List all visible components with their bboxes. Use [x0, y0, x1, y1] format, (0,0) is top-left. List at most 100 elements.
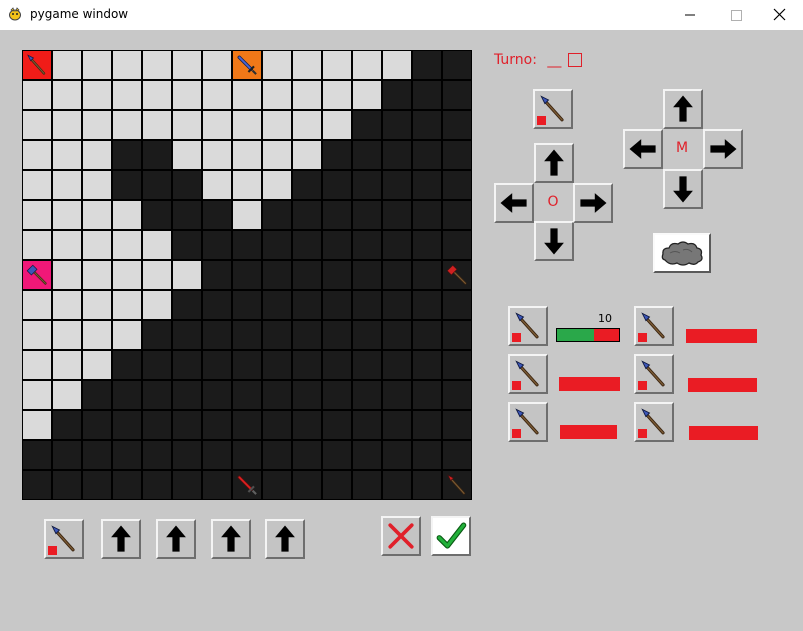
board-cell[interactable]: [53, 171, 81, 199]
board-cell[interactable]: [203, 81, 231, 109]
board-cell[interactable]: [83, 351, 111, 379]
board-cell[interactable]: [263, 261, 291, 289]
board-cell[interactable]: [263, 51, 291, 79]
board-cell[interactable]: [113, 111, 141, 139]
board-cell[interactable]: [293, 171, 321, 199]
board-cell[interactable]: [143, 51, 171, 79]
board-cell[interactable]: [413, 231, 441, 259]
board-cell[interactable]: [443, 141, 471, 169]
board-cell[interactable]: [203, 171, 231, 199]
board-cell[interactable]: [203, 441, 231, 469]
board-cell[interactable]: [53, 81, 81, 109]
board-cell[interactable]: [233, 111, 261, 139]
board-cell[interactable]: [443, 411, 471, 439]
board-cell[interactable]: [323, 321, 351, 349]
board-cell[interactable]: [23, 231, 51, 259]
board-cell[interactable]: [23, 201, 51, 229]
board-cell[interactable]: [23, 141, 51, 169]
board-cell[interactable]: [263, 321, 291, 349]
board-cell[interactable]: [143, 111, 171, 139]
board-cell[interactable]: [413, 141, 441, 169]
board-cell[interactable]: [293, 261, 321, 289]
orient-down-button[interactable]: [534, 221, 574, 261]
board-cell[interactable]: [233, 471, 261, 499]
orient-right-button[interactable]: [573, 183, 613, 223]
board-cell[interactable]: [443, 351, 471, 379]
board-cell[interactable]: [353, 441, 381, 469]
board-cell[interactable]: [233, 171, 261, 199]
board-cell[interactable]: [113, 141, 141, 169]
board-cell[interactable]: [353, 171, 381, 199]
queue-action-3-button[interactable]: [211, 519, 251, 559]
board-cell[interactable]: [293, 321, 321, 349]
board-cell[interactable]: [113, 231, 141, 259]
board-cell[interactable]: [203, 231, 231, 259]
board-cell[interactable]: [353, 291, 381, 319]
board-cell[interactable]: [293, 51, 321, 79]
board-cell[interactable]: [143, 81, 171, 109]
move-right-button[interactable]: [703, 129, 743, 169]
board-cell[interactable]: [173, 81, 201, 109]
board-cell[interactable]: [83, 381, 111, 409]
board-cell[interactable]: [173, 201, 201, 229]
board-cell[interactable]: [413, 351, 441, 379]
board-cell[interactable]: [53, 141, 81, 169]
board-cell[interactable]: [143, 411, 171, 439]
board-cell[interactable]: [23, 411, 51, 439]
board-cell[interactable]: [293, 291, 321, 319]
board-cell[interactable]: [383, 51, 411, 79]
board-cell[interactable]: [83, 471, 111, 499]
board-cell[interactable]: [83, 171, 111, 199]
board-cell[interactable]: [53, 291, 81, 319]
board-cell[interactable]: [23, 111, 51, 139]
board-cell[interactable]: [263, 81, 291, 109]
board-cell[interactable]: [53, 351, 81, 379]
board-cell[interactable]: [323, 201, 351, 229]
board-cell[interactable]: [113, 51, 141, 79]
board-cell[interactable]: [443, 381, 471, 409]
board-cell[interactable]: [173, 441, 201, 469]
board-cell[interactable]: [293, 381, 321, 409]
unit-6-button[interactable]: [634, 402, 674, 442]
board-cell[interactable]: [413, 51, 441, 79]
board-cell[interactable]: [23, 381, 51, 409]
board-cell[interactable]: [173, 171, 201, 199]
board-cell[interactable]: [83, 261, 111, 289]
board-cell[interactable]: [353, 321, 381, 349]
board-cell[interactable]: [383, 381, 411, 409]
board-cell[interactable]: [23, 291, 51, 319]
board-cell[interactable]: [143, 351, 171, 379]
board-cell[interactable]: [263, 441, 291, 469]
board-cell[interactable]: [233, 321, 261, 349]
move-left-button[interactable]: [623, 129, 663, 169]
queue-action-2-button[interactable]: [156, 519, 196, 559]
board-cell[interactable]: [203, 381, 231, 409]
board-cell[interactable]: [383, 321, 411, 349]
board-cell[interactable]: [353, 381, 381, 409]
board-cell[interactable]: [53, 321, 81, 349]
board-cell[interactable]: [413, 381, 441, 409]
board-cell[interactable]: [323, 81, 351, 109]
board-cell[interactable]: [173, 261, 201, 289]
board-cell[interactable]: [173, 51, 201, 79]
unit-1-button[interactable]: [508, 306, 548, 346]
board-cell[interactable]: [353, 411, 381, 439]
board-cell[interactable]: [383, 81, 411, 109]
board-cell[interactable]: [53, 441, 81, 469]
board-cell[interactable]: [173, 411, 201, 439]
board-cell[interactable]: [293, 141, 321, 169]
board-cell[interactable]: [53, 471, 81, 499]
board-cell[interactable]: [233, 81, 261, 109]
board-cell[interactable]: [233, 381, 261, 409]
board-cell[interactable]: [263, 471, 291, 499]
board-cell[interactable]: [23, 321, 51, 349]
board-cell[interactable]: [383, 441, 411, 469]
maximize-button[interactable]: [713, 0, 759, 30]
board-cell[interactable]: [83, 441, 111, 469]
board-cell[interactable]: [143, 171, 171, 199]
board-cell[interactable]: [113, 201, 141, 229]
unit-3-button[interactable]: [508, 354, 548, 394]
board-cell[interactable]: [203, 51, 231, 79]
board-cell[interactable]: [113, 321, 141, 349]
board-cell[interactable]: [143, 291, 171, 319]
